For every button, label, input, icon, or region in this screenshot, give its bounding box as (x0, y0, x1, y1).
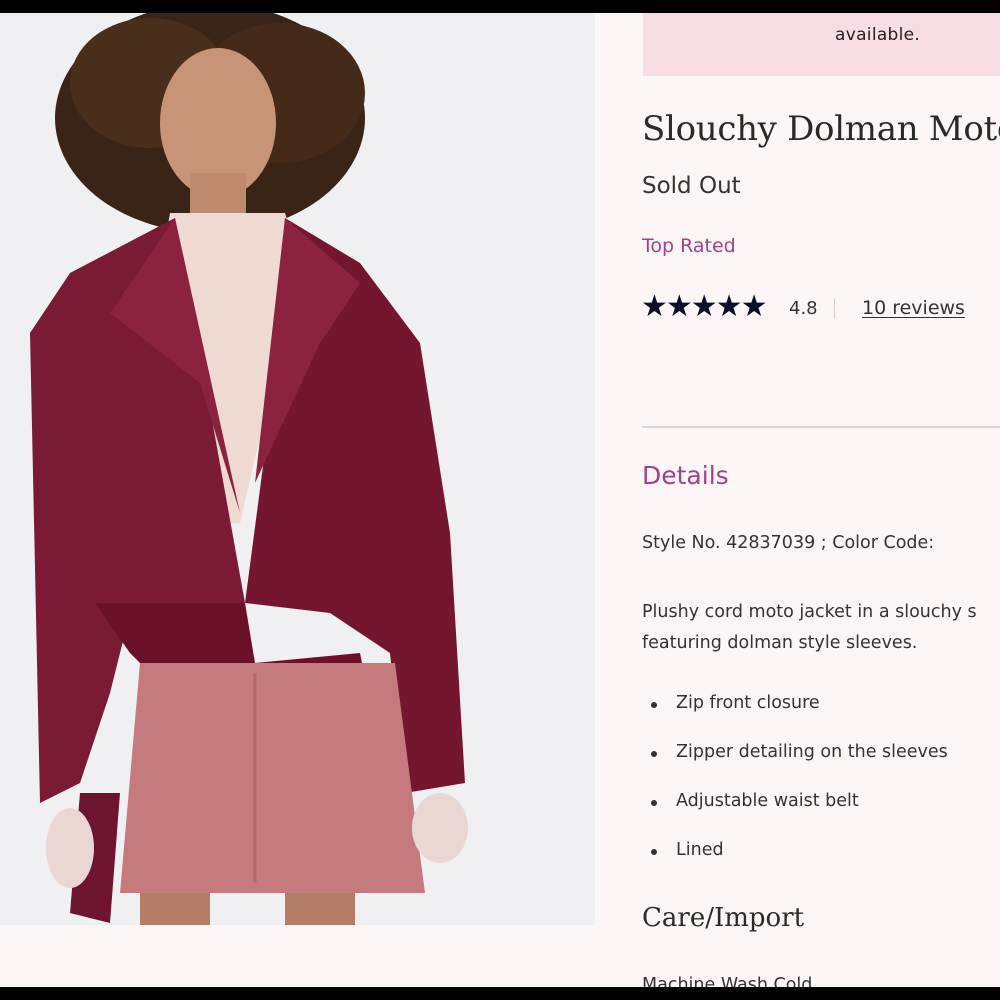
availability-notice-banner: available. (643, 13, 1000, 76)
description-line: Plushy cord moto jacket in a slouchy s (642, 602, 977, 622)
bullet-icon (651, 751, 657, 757)
availability-status: Sold Out (642, 173, 741, 199)
feature-item: Zip front closure (642, 693, 948, 742)
feature-text: Lined (676, 840, 724, 860)
feature-text: Adjustable waist belt (676, 791, 859, 811)
product-info-panel: available. Slouchy Dolman Moto Sold Out … (595, 13, 1000, 987)
product-photo-illustration (0, 13, 595, 925)
bullet-icon (651, 800, 657, 806)
description-line: featuring dolman style sleeves. (642, 633, 918, 653)
notice-text: available. (835, 25, 921, 45)
feature-text: Zip front closure (676, 693, 820, 713)
page: available. Slouchy Dolman Moto Sold Out … (0, 13, 1000, 987)
style-number: Style No. 42837039 ; Color Code: (642, 533, 935, 553)
care-import-heading[interactable]: Care/Import (642, 903, 804, 933)
feature-text: Zipper detailing on the sleeves (676, 742, 948, 762)
details-heading[interactable]: Details (642, 461, 729, 490)
feature-list: Zip front closure Zipper detailing on th… (642, 693, 948, 889)
product-title: Slouchy Dolman Moto (642, 109, 1000, 149)
section-divider (642, 426, 1000, 428)
product-description: Plushy cord moto jacket in a slouchy s f… (642, 597, 1000, 659)
care-instructions: Machine Wash Cold (642, 975, 813, 987)
bullet-icon (651, 702, 657, 708)
rating-divider (834, 299, 835, 319)
feature-item: Zipper detailing on the sleeves (642, 742, 948, 791)
feature-item: Adjustable waist belt (642, 791, 948, 840)
rating-value: 4.8 (789, 298, 818, 319)
product-image[interactable] (0, 13, 595, 925)
star-rating-icon: ★★★★★ (641, 289, 767, 324)
top-rated-badge: Top Rated (642, 235, 736, 257)
rating-summary: ★★★★★ 4.8 10 reviews (641, 289, 1000, 325)
bullet-icon (651, 849, 657, 855)
reviews-link[interactable]: 10 reviews (862, 297, 965, 319)
feature-item: Lined (642, 840, 948, 889)
